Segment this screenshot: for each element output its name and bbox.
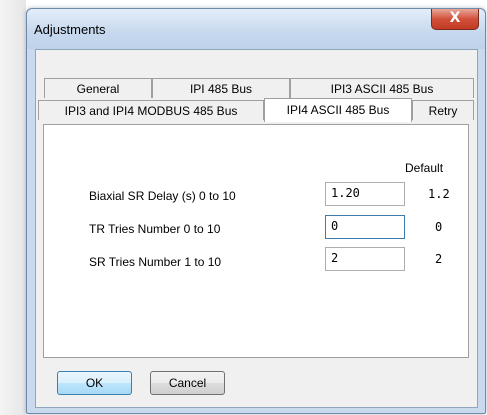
tr-tries-number-default: 0 bbox=[435, 220, 443, 234]
tab-panel: Default Biaxial SR Delay (s) 0 to 10 1.2… bbox=[43, 124, 469, 358]
biaxial-sr-delay-label: Biaxial SR Delay (s) 0 to 10 bbox=[89, 189, 236, 203]
window-title: Adjustments bbox=[34, 22, 106, 37]
sr-tries-number-default: 2 bbox=[435, 252, 443, 266]
close-button[interactable]: X bbox=[431, 9, 479, 30]
tab-label: Retry bbox=[428, 104, 458, 118]
tab-label: General bbox=[76, 82, 120, 96]
tab-general[interactable]: General bbox=[44, 78, 152, 98]
ok-button[interactable]: OK bbox=[57, 371, 132, 395]
tab-label: IPI4 ASCII 485 Bus bbox=[286, 103, 390, 117]
tr-tries-number-input[interactable]: 0 bbox=[325, 215, 405, 239]
sr-tries-number-input[interactable]: 2 bbox=[325, 247, 405, 271]
tab-retry[interactable]: Retry bbox=[412, 100, 474, 120]
title-bar[interactable]: Adjustments X bbox=[27, 9, 485, 49]
tab-ipi4-ascii-485-bus[interactable]: IPI4 ASCII 485 Bus bbox=[264, 98, 412, 122]
tr-tries-number-label: TR Tries Number 0 to 10 bbox=[89, 222, 221, 236]
tab-label: IPI3 and IPI4 MODBUS 485 Bus bbox=[64, 104, 238, 118]
tab-label: IPI 485 Bus bbox=[189, 82, 253, 96]
tab-ipi3-ipi4-modbus-485-bus[interactable]: IPI3 and IPI4 MODBUS 485 Bus bbox=[38, 100, 264, 120]
biaxial-sr-delay-default: 1.2 bbox=[428, 187, 450, 201]
sr-tries-number-label: SR Tries Number 1 to 10 bbox=[89, 255, 222, 269]
cancel-button[interactable]: Cancel bbox=[150, 371, 225, 395]
tab-label: IPI3 ASCII 485 Bus bbox=[330, 82, 434, 96]
tab-ipi3-ascii-485-bus[interactable]: IPI3 ASCII 485 Bus bbox=[290, 78, 474, 98]
tab-ipi-485-bus[interactable]: IPI 485 Bus bbox=[152, 78, 290, 98]
dialog-client-area: General IPI 485 Bus IPI3 ASCII 485 Bus I… bbox=[35, 49, 478, 408]
close-icon: X bbox=[449, 10, 461, 26]
adjustments-dialog: Adjustments X General IPI 485 Bus IPI3 A… bbox=[26, 8, 486, 414]
default-column-header: Default bbox=[405, 161, 444, 175]
background-desktop bbox=[0, 0, 26, 415]
biaxial-sr-delay-input[interactable]: 1.20 bbox=[325, 182, 405, 206]
